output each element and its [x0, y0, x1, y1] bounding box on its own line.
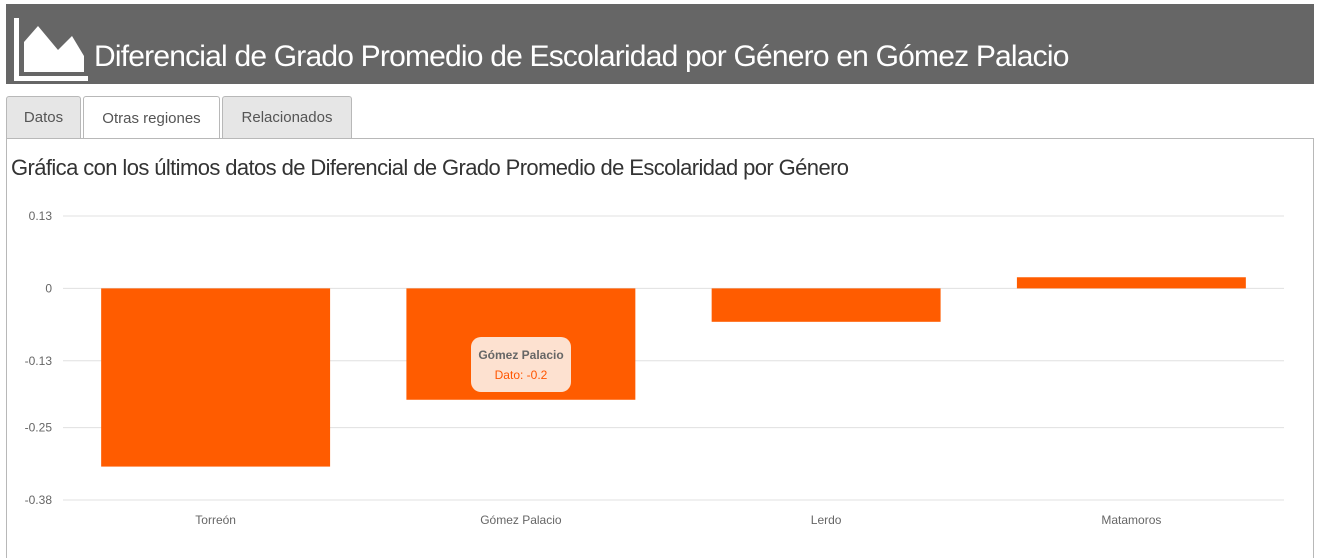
y-tick-label: -0.38: [25, 493, 53, 507]
bar-chart: 0.13 0 -0.13 -0.25 -0.38 Torreón Gómez Palacio…: [25, 209, 1284, 527]
tooltip-category: Gómez Palacio: [478, 348, 564, 362]
x-tick-label: Matamoros: [1101, 513, 1161, 527]
tooltip-value: Dato: -0.2: [494, 368, 548, 382]
y-tick-label: -0.25: [25, 421, 53, 435]
bar-4[interactable]: [1016, 277, 1246, 289]
x-tick-label: Torreón: [195, 513, 236, 527]
y-tick-label: 0.13: [29, 209, 53, 223]
y-tick-label: -0.13: [25, 354, 53, 368]
y-tick-label: 0: [45, 281, 52, 295]
chart-tooltip: Gómez Palacio Dato: -0.2: [471, 337, 571, 392]
x-tick-label: Gómez Palacio: [480, 513, 562, 527]
x-tick-label: Lerdo: [811, 513, 842, 527]
bar-3[interactable]: [711, 288, 941, 322]
bar-1[interactable]: [101, 288, 331, 467]
